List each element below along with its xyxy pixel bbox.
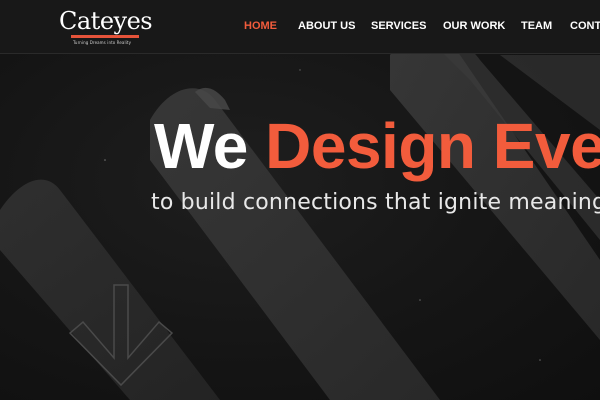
logo-tagline: Turning Dreams into Reality [73,40,132,45]
nav-services[interactable]: SERVICES [371,19,426,33]
arrow-down-icon[interactable] [64,280,184,390]
main-nav: HOME ABOUT US SERVICES OUR WORK TEAM CON… [0,19,600,35]
site-header: Cateyes Turning Dreams into Reality HOME… [0,0,600,54]
page: Cateyes Turning Dreams into Reality HOME… [0,0,600,400]
hero-title-part1: We [154,110,248,182]
nav-about-us[interactable]: ABOUT US [298,19,355,33]
nav-home[interactable]: HOME [244,19,277,33]
hero-subtitle: to build connections that ignite meaning… [151,190,600,215]
nav-contact[interactable]: CONTA [570,19,600,33]
hero-title-part2: Design Eve [265,110,600,182]
hero-title: We Design Eve [154,106,600,186]
nav-team[interactable]: TEAM [521,19,552,33]
nav-our-work[interactable]: OUR WORK [443,19,505,33]
logo-underline [71,35,139,38]
